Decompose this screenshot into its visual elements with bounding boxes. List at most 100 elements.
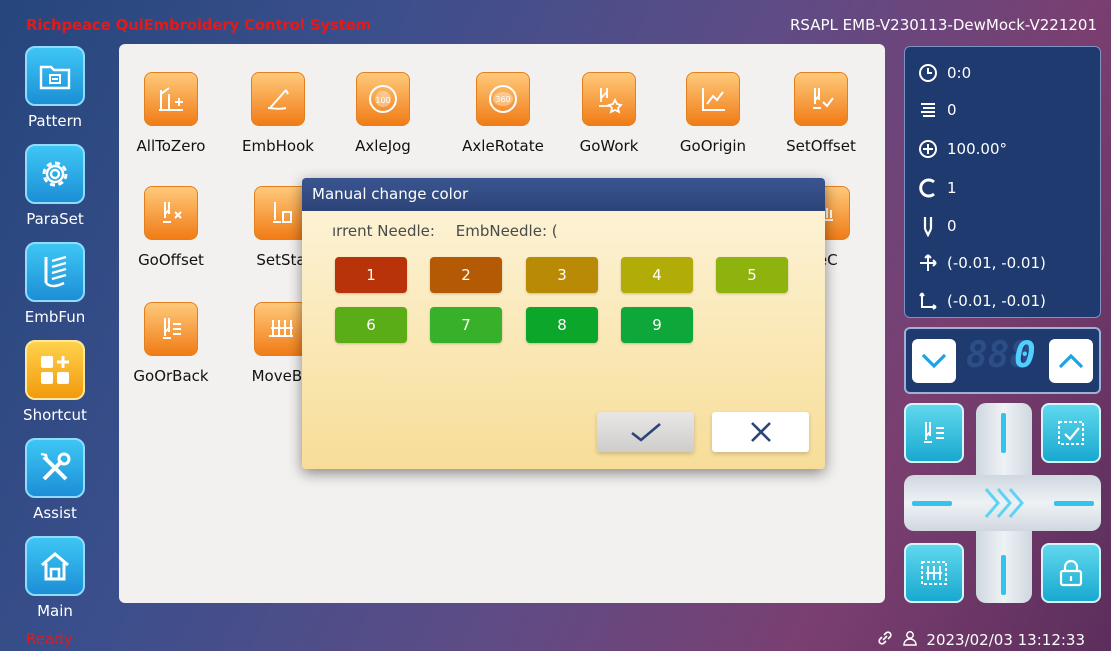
lock-button[interactable] (1041, 543, 1101, 603)
speed-chevrons-icon[interactable] (982, 485, 1026, 525)
datetime-value: 2023/02/03 13:12:33 (926, 631, 1085, 649)
increase-button[interactable] (1049, 339, 1093, 383)
color-button-6[interactable]: 6 (335, 307, 407, 343)
function-label: AllToZero (136, 137, 206, 155)
set-offset-icon (794, 72, 848, 126)
dpad-down[interactable] (1001, 555, 1006, 595)
function-label: GoOrigin (679, 137, 747, 155)
info-origin: (-0.01, -0.01) (917, 291, 1046, 311)
function-axle-rotate[interactable]: 360 AxleRotate (451, 72, 555, 155)
pattern-folder-icon (25, 46, 85, 106)
frame-check-button[interactable] (1041, 403, 1101, 463)
info-origin-value: (-0.01, -0.01) (947, 292, 1046, 310)
needle-info: ırrent Needle: EmbNeedle: ( (332, 222, 574, 240)
go-work-icon (582, 72, 636, 126)
axle-rotate-icon: 360 (476, 72, 530, 126)
user-icon (902, 630, 918, 650)
sidebar-item-embfun[interactable]: EmbFun (14, 242, 96, 338)
speed-counter: 888 0 (904, 327, 1101, 394)
sidebar-item-label: Shortcut (23, 406, 87, 424)
info-time-value: 0:0 (947, 64, 972, 82)
needle-icon (917, 215, 939, 237)
frame-trace-button[interactable] (904, 543, 964, 603)
sidebar-item-pattern[interactable]: Pattern (14, 46, 96, 142)
color-button-3[interactable]: 3 (526, 257, 598, 293)
go-offset-icon (144, 186, 198, 240)
dpad-right[interactable] (1054, 501, 1094, 506)
sidebar-item-assist[interactable]: Assist (14, 438, 96, 534)
function-axle-jog[interactable]: 100 AxleJog (331, 72, 435, 155)
color-button-5[interactable]: 5 (716, 257, 788, 293)
lock-icon (1059, 559, 1083, 587)
shortcut-grid-icon (25, 340, 85, 400)
current-needle-label: ırrent Needle: (332, 222, 435, 240)
decrease-button[interactable] (912, 339, 956, 383)
info-color-value: 1 (947, 179, 957, 197)
function-go-work[interactable]: GoWork (557, 72, 661, 155)
app-title: Richpeace QuiEmbroidery Control System (26, 16, 372, 34)
info-angle-value: 100.00° (947, 140, 1007, 158)
function-label: AxleJog (355, 137, 411, 155)
dpad-up[interactable] (1001, 413, 1006, 453)
dialog-title: Manual change color (302, 178, 825, 211)
sidebar-item-main[interactable]: Main (14, 536, 96, 632)
info-stitches: 0 (917, 101, 957, 119)
frame-trace-icon (921, 561, 947, 585)
info-angle: 100.00° (917, 139, 1007, 159)
needle-menu-button[interactable] (904, 403, 964, 463)
move-cross-icon (917, 253, 939, 273)
machine-status-panel: 0:0 0 100.00° 1 0 (-0.01, -0.01) (-0.01,… (904, 46, 1101, 318)
function-go-or-back[interactable]: GoOrBack (119, 302, 223, 385)
info-position-value: (-0.01, -0.01) (947, 254, 1046, 272)
color-button-2[interactable]: 2 (430, 257, 502, 293)
emb-needle-label: EmbNeedle: ( (455, 222, 558, 240)
direction-pad (904, 403, 1101, 603)
sidebar-item-label: Main (37, 602, 73, 620)
axle-jog-icon: 100 (356, 72, 410, 126)
tools-icon (25, 438, 85, 498)
dpad-left[interactable] (912, 501, 952, 506)
color-button-8[interactable]: 8 (526, 307, 598, 343)
chevron-up-icon (1058, 353, 1084, 369)
plus-circle-icon (917, 139, 939, 159)
info-color: 1 (917, 177, 957, 199)
info-needle-value: 0 (947, 217, 957, 235)
color-button-7[interactable]: 7 (430, 307, 502, 343)
function-all-to-zero[interactable]: AllToZero (119, 72, 223, 155)
sidebar-item-label: ParaSet (26, 210, 84, 228)
chevron-down-icon (921, 353, 947, 369)
embroidery-needle-icon (25, 242, 85, 302)
version-label: RSAPL EMB-V230113-DewMock-V221201 (790, 16, 1097, 34)
axle-rotate-badge: 360 (495, 95, 510, 104)
function-go-origin[interactable]: GoOrigin (661, 72, 765, 155)
move-back-icon (254, 302, 308, 356)
color-button-4[interactable]: 4 (621, 257, 693, 293)
info-stitches-value: 0 (947, 101, 957, 119)
confirm-button[interactable] (597, 412, 694, 452)
gear-icon (25, 144, 85, 204)
status-text: Ready (26, 630, 73, 648)
sidebar-item-label: EmbFun (24, 308, 86, 326)
function-set-offset[interactable]: SetOffset (769, 72, 873, 155)
function-emb-hook[interactable]: EmbHook (226, 72, 330, 155)
color-button-1[interactable]: 1 (335, 257, 407, 293)
needle-list-icon (924, 422, 944, 443)
info-needle: 0 (917, 215, 957, 237)
clock-icon (917, 63, 939, 83)
all-to-zero-icon (144, 72, 198, 126)
function-label: GoOrBack (133, 367, 209, 385)
cancel-button[interactable] (712, 412, 809, 452)
frame-check-icon (1058, 421, 1084, 445)
function-label: GoOffset (138, 251, 204, 269)
axle-jog-badge: 100 (375, 96, 390, 105)
info-position: (-0.01, -0.01) (917, 253, 1046, 273)
counter-value: 0 (1014, 335, 1036, 376)
color-button-9[interactable]: 9 (621, 307, 693, 343)
info-time: 0:0 (917, 63, 971, 83)
function-go-offset[interactable]: GoOffset (119, 186, 223, 269)
footer-right: 2023/02/03 13:12:33 (877, 630, 1085, 650)
sidebar-item-shortcut[interactable]: Shortcut (14, 340, 96, 436)
set-start-icon (254, 186, 308, 240)
sidebar-item-paraset[interactable]: ParaSet (14, 144, 96, 240)
go-or-back-icon (144, 302, 198, 356)
